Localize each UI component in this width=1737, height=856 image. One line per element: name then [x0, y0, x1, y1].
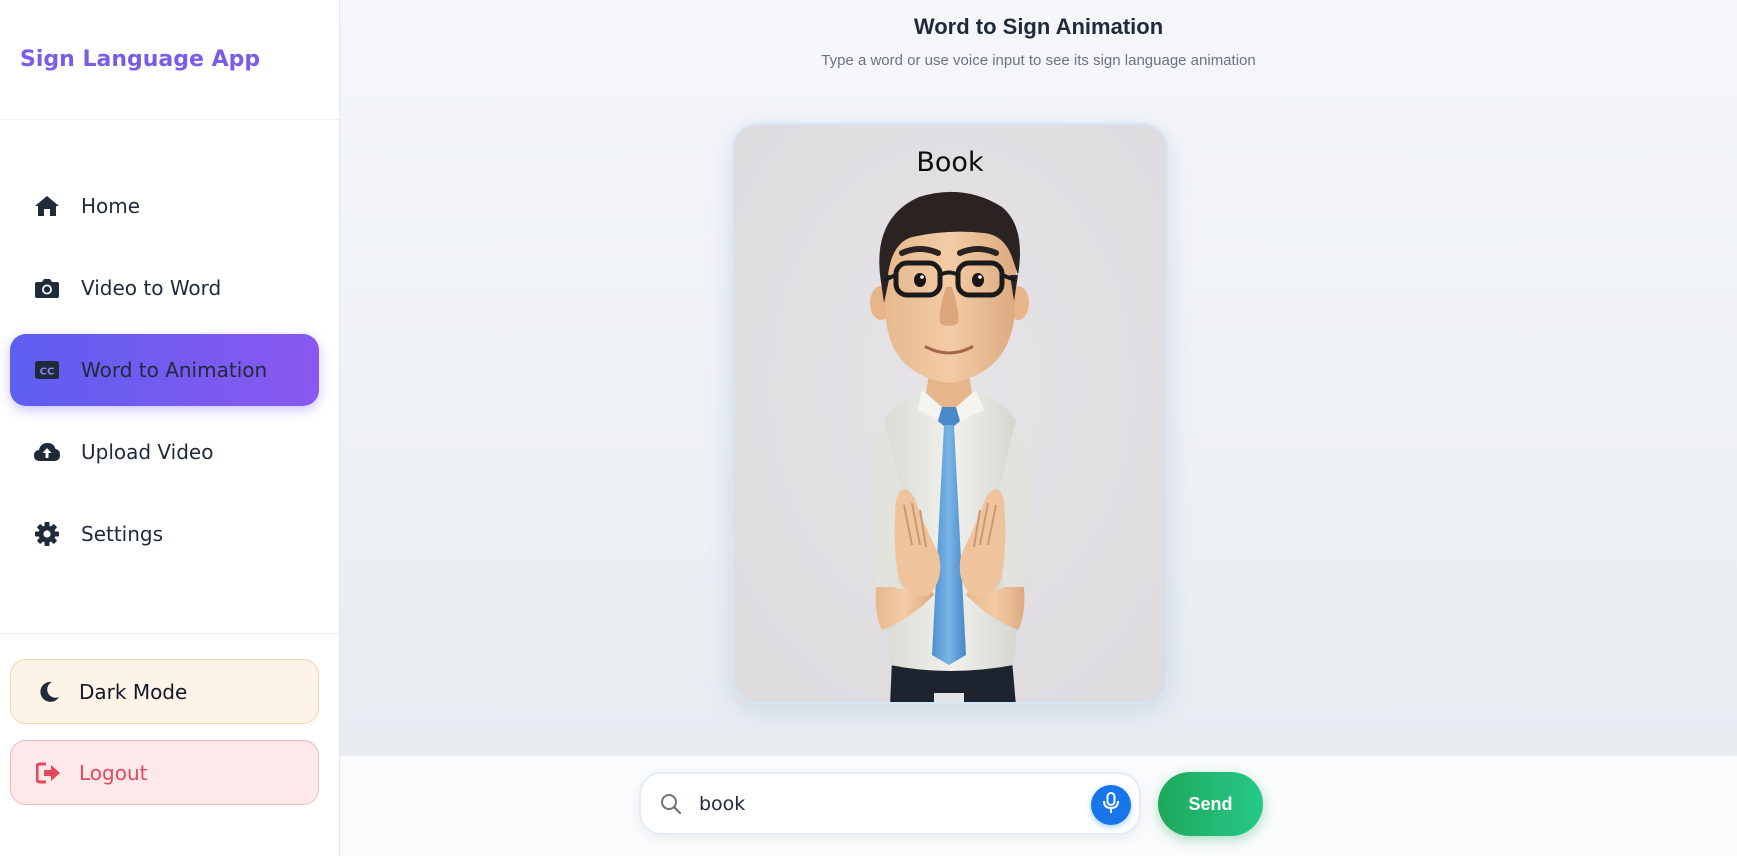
brand: Sign Language App: [0, 0, 339, 120]
page-subtitle: Type a word or use voice input to see it…: [821, 52, 1256, 69]
logout-icon: [35, 759, 63, 787]
input-bar: Send: [340, 755, 1737, 856]
dark-mode-label: Dark Mode: [79, 679, 188, 704]
gear-icon: [33, 520, 61, 548]
microphone-icon: [1102, 791, 1120, 819]
sidebar-item-word-to-animation[interactable]: CC Word to Animation: [10, 334, 319, 406]
page-title: Word to Sign Animation: [913, 14, 1164, 39]
sidebar-item-home[interactable]: Home: [10, 170, 319, 242]
sidebar-item-video-to-word[interactable]: Video to Word: [10, 252, 319, 324]
main-content: Word to Sign Animation Type a word or us…: [340, 0, 1737, 755]
search-icon: [660, 793, 682, 820]
dark-mode-button[interactable]: Dark Mode: [10, 659, 319, 724]
send-button[interactable]: Send: [1158, 772, 1263, 836]
sidebar-nav: Home Video to Word CC Word to Animation …: [10, 170, 319, 580]
moon-icon: [35, 678, 63, 706]
sidebar: Sign Language App Home Video to Word CC …: [0, 0, 340, 856]
svg-text:CC: CC: [40, 367, 55, 378]
animation-card: Book: [732, 123, 1168, 704]
logout-button[interactable]: Logout: [10, 740, 319, 805]
avatar-animation: [734, 125, 1166, 702]
logout-label: Logout: [79, 760, 148, 785]
sidebar-item-settings[interactable]: Settings: [10, 498, 319, 570]
sidebar-item-label: Upload Video: [81, 440, 214, 464]
word-input[interactable]: [699, 786, 1079, 822]
camera-icon: [33, 274, 61, 302]
mic-button[interactable]: [1091, 785, 1131, 825]
animation-word-label: Book: [916, 147, 984, 178]
cloud-upload-icon: [33, 438, 61, 466]
app-title[interactable]: Sign Language App: [20, 47, 260, 72]
word-input-box: [639, 772, 1141, 835]
sidebar-item-label: Home: [81, 194, 141, 218]
cc-icon: CC: [33, 356, 61, 384]
sidebar-item-label: Settings: [81, 522, 164, 546]
home-icon: [33, 192, 61, 220]
sidebar-item-label: Video to Word: [81, 276, 222, 300]
sidebar-item-label: Word to Animation: [81, 358, 268, 382]
sidebar-item-upload-video[interactable]: Upload Video: [10, 416, 319, 488]
sidebar-bottom: Dark Mode Logout: [0, 633, 340, 805]
